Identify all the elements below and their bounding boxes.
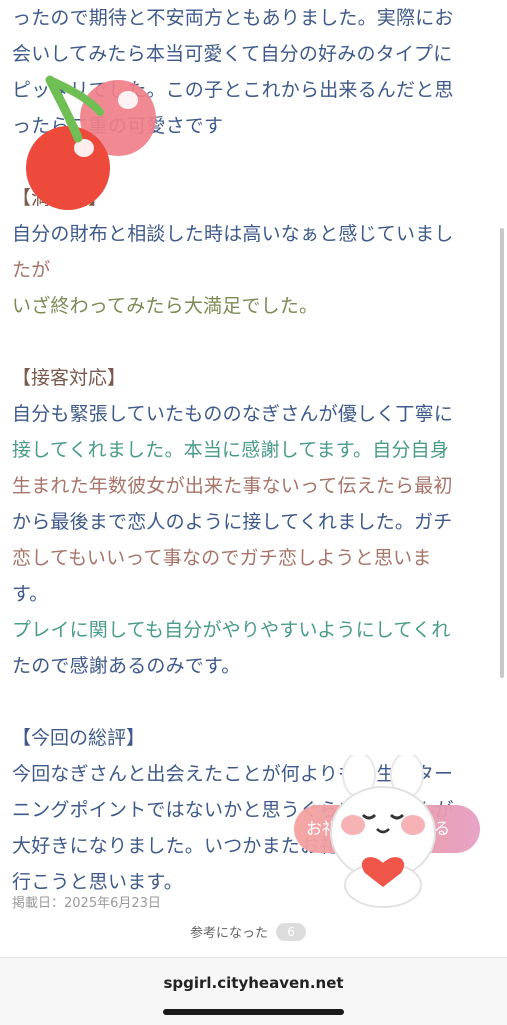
- section-heading-service: 【接客対応】: [12, 367, 127, 389]
- bunny-heart-sticker-icon: [330, 755, 436, 908]
- review-line: たので感謝あるのみです。: [12, 655, 241, 677]
- review-line: 自分の財布と相談した時は高いなぁと感じていまし: [12, 223, 454, 245]
- helpful-label: 参考になった: [190, 926, 269, 941]
- address-bar-url[interactable]: spgirl.cityheaven.net: [0, 974, 507, 992]
- browser-bottom-bar: spgirl.cityheaven.net: [0, 957, 507, 1025]
- review-line: プレイに関しても自分がやりやすいようにしてくれ: [12, 619, 451, 641]
- home-indicator[interactable]: [163, 1009, 344, 1015]
- review-line: 自分も緊張していたもののなぎさんが優しく丁寧に: [12, 403, 454, 425]
- review-line: す。: [12, 583, 49, 605]
- review-line: から最後まで恋人のように接してくれました。ガチ: [12, 511, 453, 533]
- helpful-count-badge: 6: [276, 922, 307, 941]
- review-line: たが: [12, 259, 51, 281]
- review-line: ったので期待と不安両方ともありました。実際にお: [12, 7, 454, 29]
- posted-date: 掲載日：2025年6月23日: [12, 896, 161, 911]
- review-line: 恋してもいいって事なのでガチ恋しようと思いま: [12, 547, 432, 569]
- review-line: 接してくれました。本当に感謝してます。自分自身: [12, 439, 450, 461]
- review-line: いざ終わってみたら大満足でした。: [12, 295, 319, 317]
- scrollbar[interactable]: [500, 228, 504, 678]
- section-heading-overall: 【今回の総評】: [12, 727, 146, 749]
- cherry-sticker-icon: [26, 75, 156, 210]
- review-line: 生まれた年数彼女が出来た事ないって伝えたら最初: [12, 475, 453, 497]
- helpful-button[interactable]: 参考になった 6: [190, 922, 307, 941]
